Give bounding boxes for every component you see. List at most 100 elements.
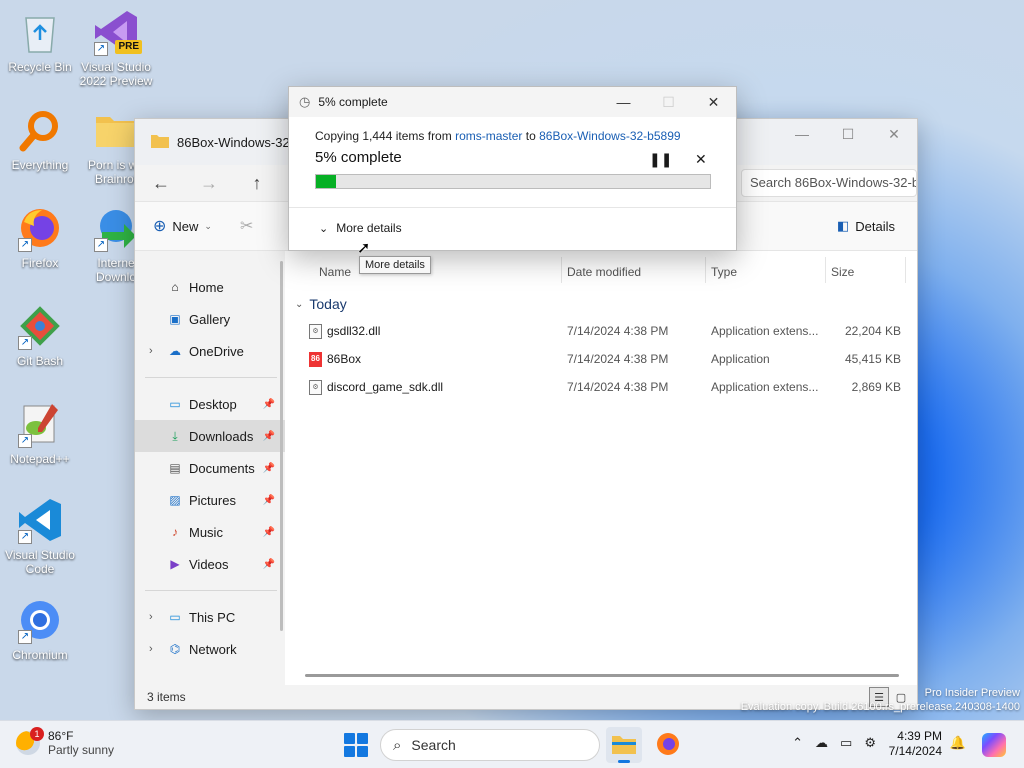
dll-file-icon: ⚙: [309, 324, 322, 339]
minimize-button[interactable]: —: [601, 87, 646, 117]
copilot-icon[interactable]: [982, 733, 1006, 757]
desktop-icon-firefox[interactable]: ↗ Firefox: [2, 204, 78, 270]
desktop-icon-git-bash[interactable]: ↗ Git Bash: [2, 302, 78, 368]
search-input[interactable]: Search 86Box-Windows-32-b: [741, 169, 917, 197]
column-header-size[interactable]: Size: [831, 265, 854, 279]
horizontal-scrollbar[interactable]: [305, 674, 899, 677]
shortcut-arrow-icon: ↗: [18, 530, 32, 544]
network-icon: ⌬: [169, 642, 181, 656]
shortcut-arrow-icon: ↗: [94, 238, 108, 252]
sidebar-item-videos[interactable]: ▶ Videos 📌: [135, 548, 285, 580]
visual-studio-icon: PRE ↗: [92, 8, 142, 56]
evaluation-watermark: Pro Insider Preview Evaluation copy. Bui…: [741, 686, 1020, 714]
taskbar-search[interactable]: ⌕ Search: [380, 729, 600, 761]
column-header-name[interactable]: Name: [319, 265, 351, 279]
taskbar-file-explorer[interactable]: [606, 727, 642, 763]
desktop-icon-chromium[interactable]: ↗ Chromium: [2, 596, 78, 662]
display-icon[interactable]: ▭: [840, 735, 852, 751]
desktop-icon-vscode[interactable]: ↗ Visual Studio Code: [2, 496, 78, 576]
desktop-icon-label: Visual Studio Code: [5, 548, 75, 576]
sidebar-item-label: Music: [189, 524, 223, 540]
close-button[interactable]: ✕: [871, 119, 917, 149]
videos-icon: ▶: [170, 557, 180, 571]
settings-sync-icon[interactable]: ⚙: [864, 735, 876, 751]
file-explorer-icon: [612, 734, 636, 757]
folder-icon: [92, 106, 140, 154]
sidebar-item-home[interactable]: ⌂ Home: [135, 271, 285, 303]
copy-prefix: Copying 1,444 items from: [315, 129, 452, 143]
column-header-type[interactable]: Type: [711, 265, 737, 279]
sidebar-item-network[interactable]: › ⌬ Network: [135, 633, 285, 665]
file-name: 86Box: [327, 352, 362, 366]
cut-icon[interactable]: ✂: [240, 216, 253, 236]
forward-button[interactable]: →: [185, 167, 233, 199]
column-header-date[interactable]: Date modified: [567, 265, 641, 279]
table-row[interactable]: ⚙ gsdll32.dll 7/14/2024 4:38 PM Applicat…: [285, 317, 917, 345]
chevron-right-icon[interactable]: ›: [149, 611, 167, 623]
shortcut-arrow-icon: ↗: [18, 630, 32, 644]
group-header-today[interactable]: ⌄ Today: [285, 291, 917, 317]
sidebar-item-gallery[interactable]: ▣ Gallery: [135, 303, 285, 335]
downloads-icon: ⤓: [172, 428, 178, 443]
folder-icon: [151, 134, 169, 151]
close-button[interactable]: ✕: [691, 87, 736, 117]
progress-fill: [316, 175, 336, 188]
chevron-up-icon[interactable]: ⌃: [792, 735, 803, 751]
file-date: 7/14/2024 4:38 PM: [567, 352, 669, 366]
firefox-icon: [656, 732, 680, 759]
start-button[interactable]: [344, 733, 368, 757]
partly-sunny-icon: 1: [16, 727, 44, 755]
cancel-copy-button[interactable]: ✕: [695, 151, 707, 168]
sidebar-item-downloads[interactable]: ⤓ Downloads 📌: [135, 420, 285, 452]
destination-link[interactable]: 86Box-Windows-32-b5899: [539, 129, 680, 143]
more-details-button[interactable]: ⌄ More details: [319, 221, 402, 235]
chevron-right-icon[interactable]: ›: [149, 345, 167, 357]
weather-widget[interactable]: 1 86°F Partly sunny: [16, 727, 114, 757]
copy-description: Copying 1,444 items from roms-master to …: [315, 129, 710, 143]
details-pane-button[interactable]: ◧ Details: [837, 218, 895, 234]
pause-button[interactable]: ❚❚: [649, 151, 672, 168]
sidebar-item-documents[interactable]: ▤ Documents 📌: [135, 452, 285, 484]
firefox-icon: ↗: [16, 204, 64, 252]
recycle-bin-icon: [16, 8, 64, 56]
search-icon: ⌕: [393, 736, 402, 754]
source-link[interactable]: roms-master: [455, 129, 522, 143]
sidebar-divider: [145, 377, 277, 378]
sidebar-item-this-pc[interactable]: › ▭ This PC: [135, 601, 285, 633]
desktop-icon-visual-studio[interactable]: PRE ↗ Visual Studio 2022 Preview: [78, 8, 154, 88]
notification-bell-icon[interactable]: 🔔: [950, 735, 966, 751]
network-disconnected-icon[interactable]: ☁: [815, 735, 828, 751]
desktop-icon-recycle-bin[interactable]: Recycle Bin: [2, 8, 78, 74]
tab-title: 86Box-Windows-32-: [177, 134, 295, 150]
desktop-icon-notepadpp[interactable]: ↗ Notepad++: [2, 400, 78, 466]
sidebar-item-music[interactable]: ♪ Music 📌: [135, 516, 285, 548]
clock-time: 4:39 PM: [897, 729, 942, 743]
sidebar-item-onedrive[interactable]: › ☁ OneDrive: [135, 335, 285, 367]
documents-icon: ▤: [169, 461, 181, 475]
sidebar-item-desktop[interactable]: ▭ Desktop 📌: [135, 388, 285, 420]
this-pc-icon: ▭: [169, 610, 181, 624]
minimize-button[interactable]: —: [779, 119, 825, 149]
desktop-icon-everything[interactable]: Everything: [2, 106, 78, 172]
dll-file-icon: ⚙: [309, 380, 322, 395]
clock[interactable]: 4:39 PM 7/14/2024: [889, 729, 942, 759]
table-row[interactable]: ⚙ discord_game_sdk.dll 7/14/2024 4:38 PM…: [285, 373, 917, 401]
chevron-right-icon[interactable]: ›: [149, 643, 167, 655]
pin-icon: 📌: [262, 494, 275, 506]
shortcut-arrow-icon: ↗: [94, 42, 108, 56]
clock-date: 7/14/2024: [888, 744, 942, 758]
dialog-divider: [289, 207, 736, 208]
maximize-button[interactable]: ☐: [825, 119, 871, 149]
taskbar-firefox[interactable]: [650, 727, 686, 763]
up-button[interactable]: ↑: [233, 167, 281, 199]
watermark-line2: Evaluation copy. Build 26100.rs_prerelea…: [740, 701, 1020, 713]
desktop-icon-label: Visual Studio 2022 Preview: [79, 60, 153, 88]
sidebar-item-pictures[interactable]: ▨ Pictures 📌: [135, 484, 285, 516]
navigation-pane: ⌂ Home ▣ Gallery › ☁ OneDrive ▭ Desktop 📌…: [135, 251, 285, 685]
home-icon: ⌂: [171, 280, 179, 294]
new-button[interactable]: ⊕ New ⌄: [153, 216, 212, 236]
table-row[interactable]: 86 86Box 7/14/2024 4:38 PM Application 4…: [285, 345, 917, 373]
back-button[interactable]: ←: [137, 167, 185, 199]
plus-icon: ⊕: [153, 218, 167, 235]
sidebar-scrollbar[interactable]: [280, 261, 283, 631]
